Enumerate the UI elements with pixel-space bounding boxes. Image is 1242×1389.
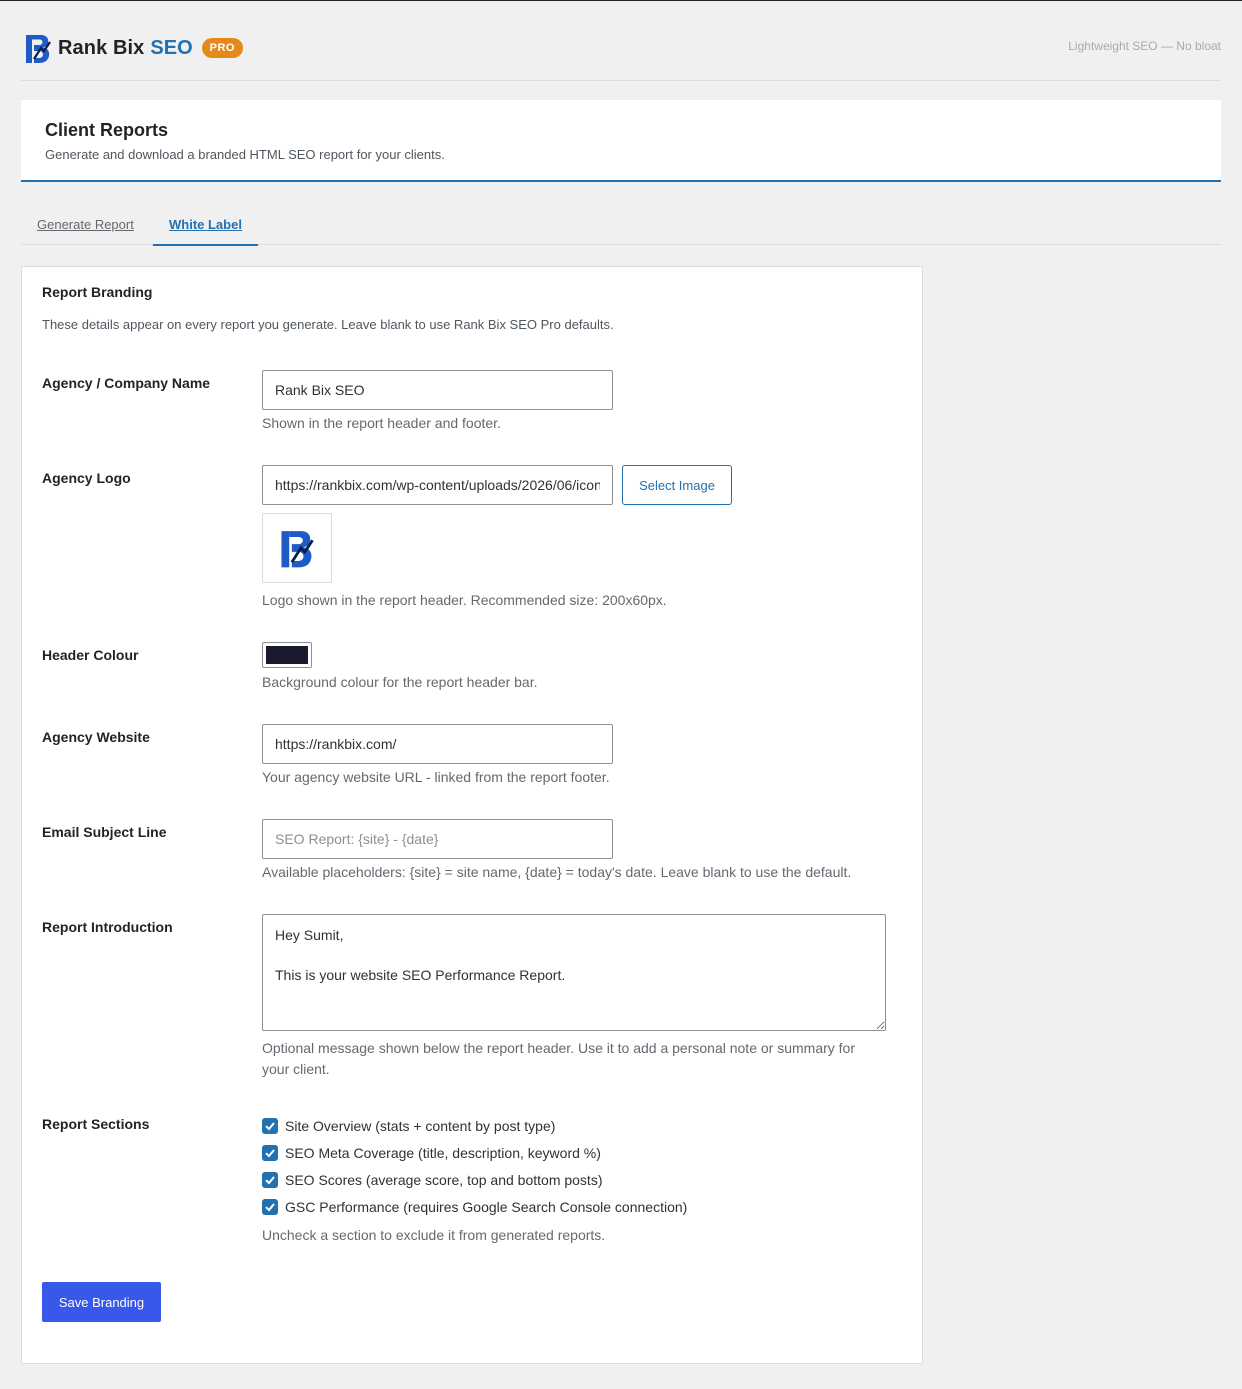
select-image-button[interactable]: Select Image: [622, 465, 732, 505]
agency-name-label: Agency / Company Name: [42, 375, 211, 391]
agency-logo-help: Logo shown in the report header. Recomme…: [262, 592, 667, 608]
email-subject-help: Available placeholders: {site} = site na…: [262, 864, 852, 880]
agency-website-label: Agency Website: [42, 729, 150, 745]
checkbox-checked-icon[interactable]: [262, 1144, 278, 1161]
section-title: Report Branding: [42, 284, 153, 300]
tab-white-label[interactable]: White Label: [153, 217, 258, 246]
tab-generate-report[interactable]: Generate Report: [37, 217, 134, 244]
header-colour-picker[interactable]: [262, 642, 312, 668]
pro-badge: PRO: [201, 38, 243, 58]
brand-name-accent: SEO: [150, 36, 193, 59]
section-checkbox-gsc[interactable]: GSC Performance (requires Google Search …: [262, 1193, 687, 1220]
header-colour-label: Header Colour: [42, 647, 139, 663]
checkbox-label: SEO Meta Coverage (title, description, k…: [285, 1144, 601, 1161]
header-colour-swatch: [266, 646, 308, 664]
page-description: Generate and download a branded HTML SEO…: [45, 147, 445, 162]
agency-name-input[interactable]: [262, 370, 613, 410]
report-intro-help: Optional message shown below the report …: [262, 1040, 855, 1077]
report-intro-textarea[interactable]: Hey Sumit, This is your website SEO Perf…: [262, 914, 886, 1031]
checkbox-label: GSC Performance (requires Google Search …: [285, 1198, 688, 1215]
checkbox-checked-icon[interactable]: [262, 1117, 278, 1134]
agency-logo-label: Agency Logo: [42, 470, 131, 486]
checkbox-label: Site Overview (stats + content by post t…: [285, 1117, 556, 1134]
tagline: Lightweight SEO — No bloat: [1068, 39, 1221, 53]
report-sections-list: Site Overview (stats + content by post t…: [262, 1112, 687, 1220]
email-subject-label: Email Subject Line: [42, 824, 167, 840]
page-header: Client Reports Generate and download a b…: [21, 100, 1221, 182]
page-title: Client Reports: [45, 120, 169, 140]
agency-name-help: Shown in the report header and footer.: [262, 415, 501, 431]
brand-name: Rank Bix: [58, 36, 145, 59]
logo-preview: [262, 513, 332, 583]
report-sections-help: Uncheck a section to exclude it from gen…: [262, 1227, 606, 1243]
report-branding-card: Report Branding These details appear on …: [21, 266, 923, 1364]
section-description: These details appear on every report you…: [42, 317, 614, 332]
agency-website-help: Your agency website URL - linked from th…: [262, 769, 610, 785]
tab-bar: Generate Report White Label: [21, 201, 1221, 246]
save-branding-button[interactable]: Save Branding: [42, 1282, 161, 1322]
checkbox-checked-icon[interactable]: [262, 1171, 278, 1188]
report-intro-label: Report Introduction: [42, 919, 173, 935]
section-checkbox-seo-scores[interactable]: SEO Scores (average score, top and botto…: [262, 1166, 687, 1193]
logo-preview-image-icon: [281, 531, 314, 568]
email-subject-input[interactable]: [262, 819, 613, 859]
agency-logo-url-input[interactable]: [262, 465, 613, 505]
top-bar: Rank Bix SEO PRO Lightweight SEO — No bl…: [21, 1, 1221, 81]
rank-bix-logo-icon: [26, 35, 51, 63]
checkbox-checked-icon[interactable]: [262, 1198, 278, 1215]
brand: Rank Bix SEO PRO: [24, 31, 243, 65]
report-sections-label: Report Sections: [42, 1116, 150, 1132]
header-colour-help: Background colour for the report header …: [262, 674, 538, 690]
checkbox-label: SEO Scores (average score, top and botto…: [285, 1171, 603, 1188]
section-checkbox-site-overview[interactable]: Site Overview (stats + content by post t…: [262, 1112, 687, 1139]
agency-website-input[interactable]: [262, 724, 613, 764]
section-checkbox-seo-meta[interactable]: SEO Meta Coverage (title, description, k…: [262, 1139, 687, 1166]
